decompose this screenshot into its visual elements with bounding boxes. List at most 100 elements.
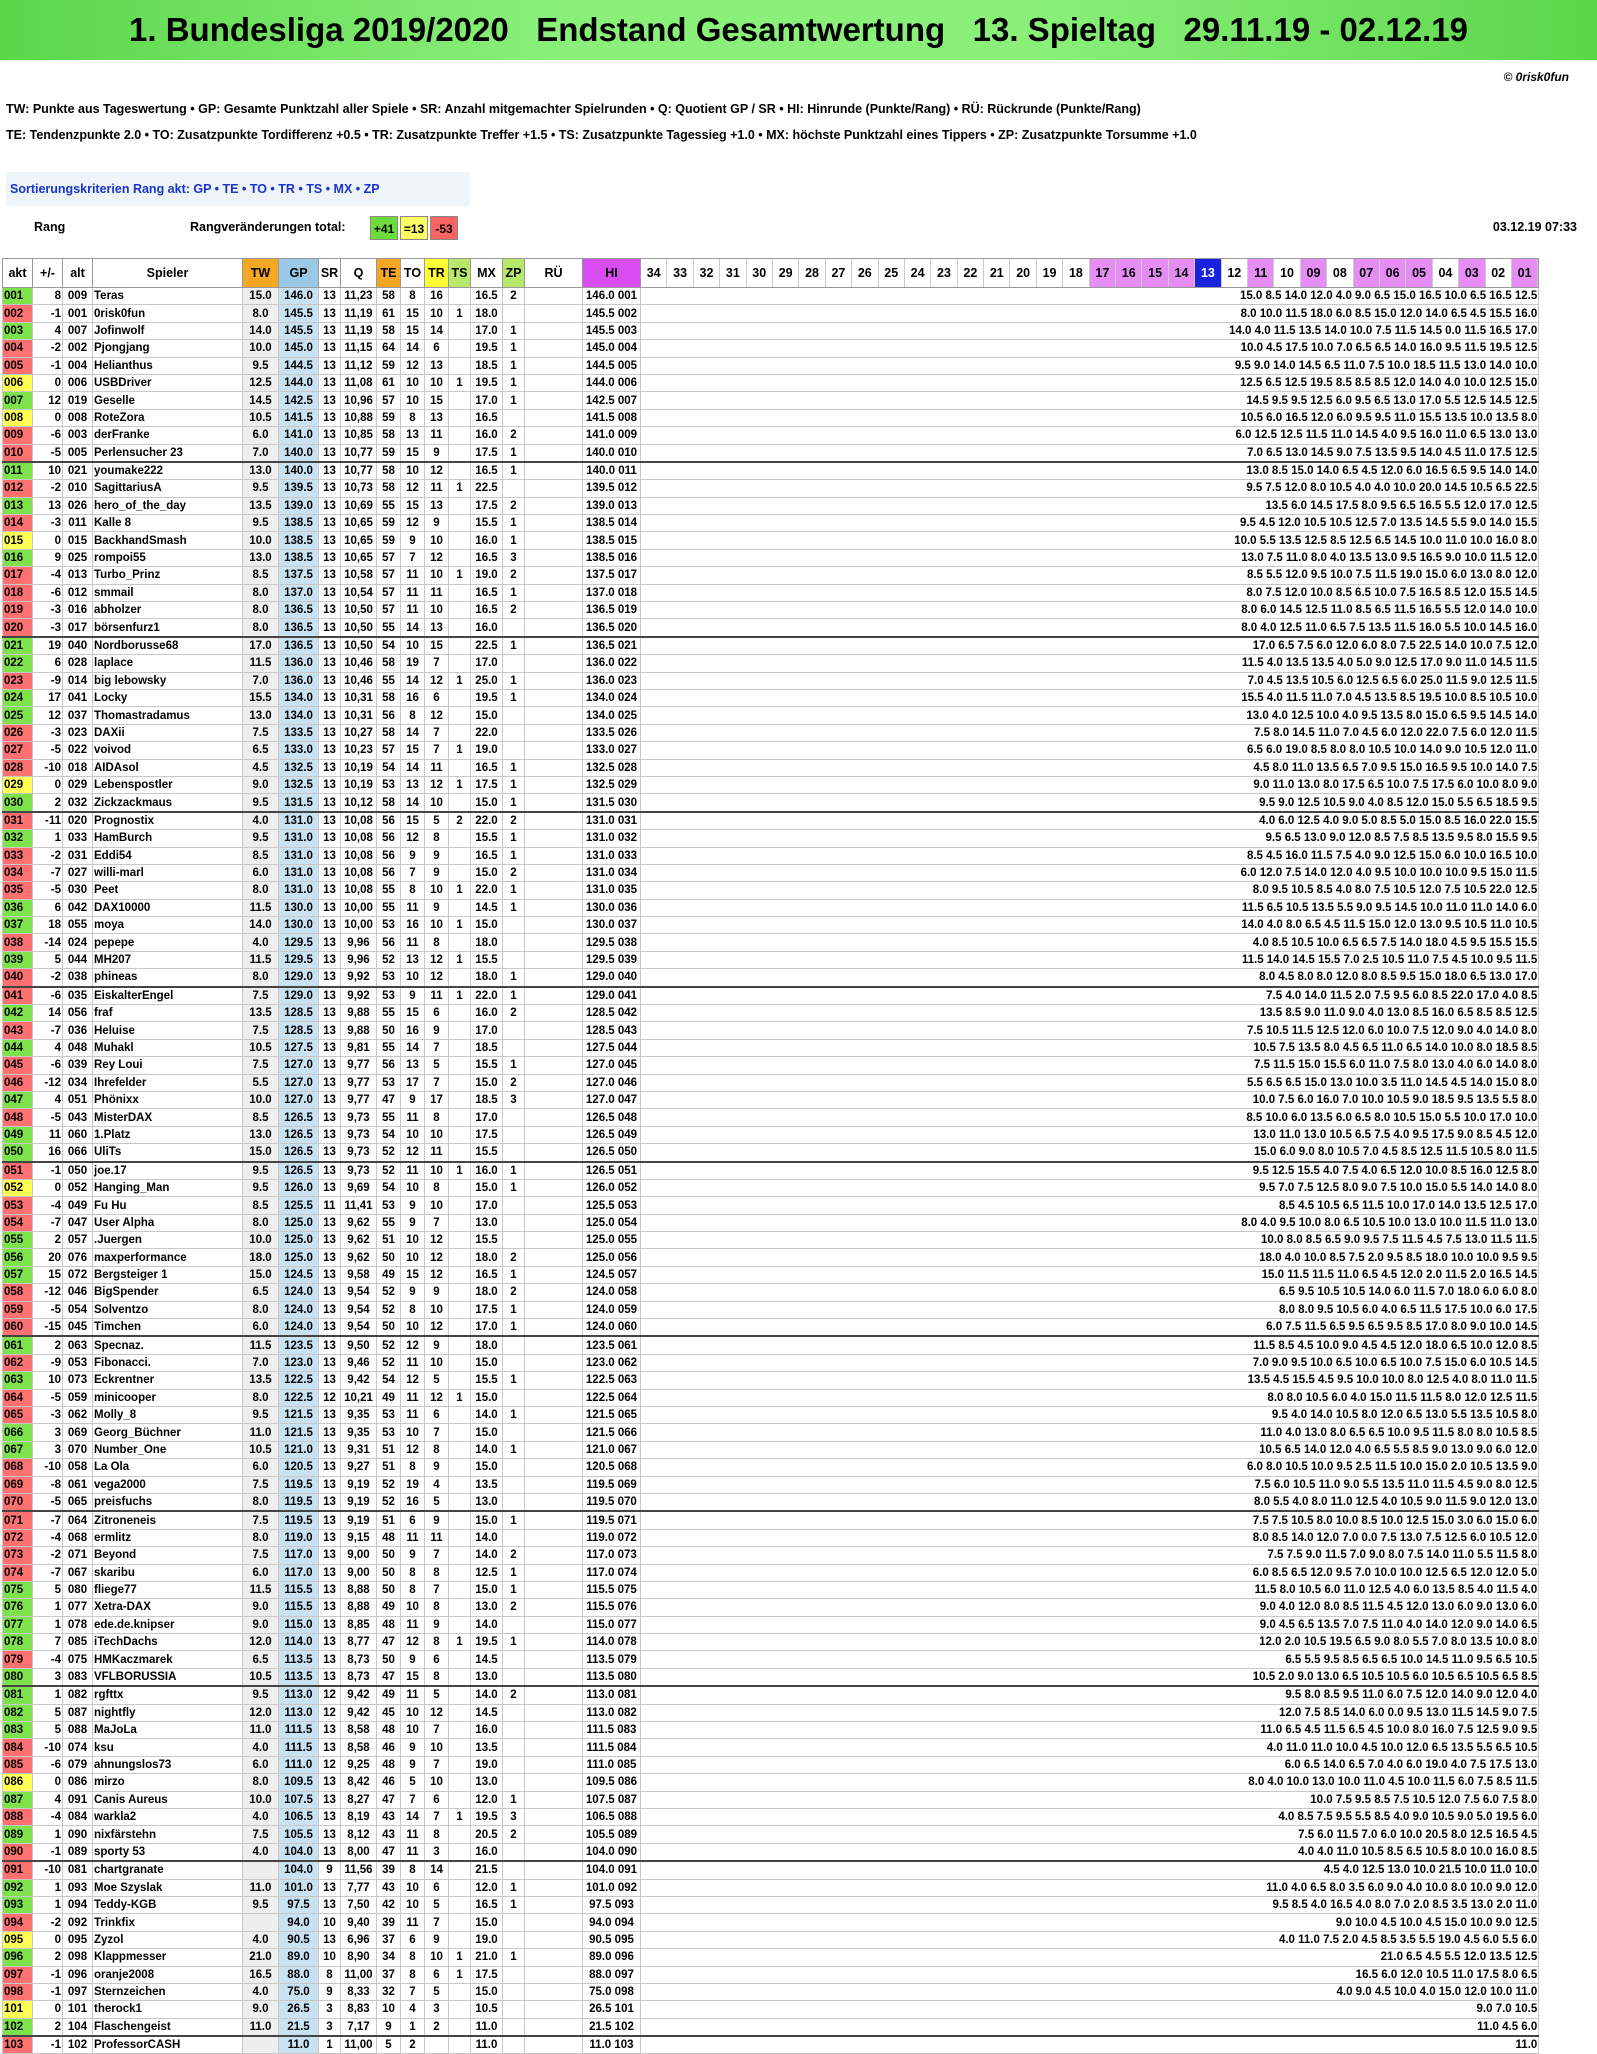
round-header-05[interactable]: 05 [1406, 259, 1433, 287]
round-header-02[interactable]: 02 [1486, 259, 1512, 287]
col-header-[interactable]: +/- [32, 258, 63, 288]
cell-player[interactable]: skaribu [92, 1563, 243, 1582]
cell-player[interactable]: Bergsteiger 1 [92, 1265, 243, 1285]
cell-player[interactable]: Teras [92, 286, 243, 306]
cell-player[interactable]: smmail [92, 583, 243, 603]
col-header-gp[interactable]: GP [278, 258, 319, 288]
cell-player[interactable]: joe.17 [92, 1161, 243, 1180]
cell-player[interactable]: Eckrentner [92, 1371, 243, 1390]
cell-player[interactable]: ksu [92, 1738, 243, 1757]
cell-player[interactable]: Rey Loui [92, 1056, 243, 1075]
cell-player[interactable]: MisterDAX [92, 1108, 243, 1127]
cell-player[interactable]: preisfuchs [92, 1492, 243, 1513]
cell-player[interactable]: abholzer [92, 601, 243, 620]
round-header-13[interactable]: 13 [1195, 259, 1222, 287]
cell-player[interactable]: moya [92, 916, 243, 935]
col-header-sr[interactable]: SR [318, 258, 341, 288]
cell-player[interactable]: MaJoLa [92, 1721, 243, 1740]
cell-player[interactable]: Eddi54 [92, 846, 243, 865]
round-header-34[interactable]: 34 [642, 259, 668, 287]
cell-player[interactable]: Timchen [92, 1318, 243, 1338]
cell-player[interactable]: 0risk0fun [92, 304, 243, 323]
col-header-mx[interactable]: MX [470, 258, 503, 288]
cell-player[interactable]: BigSpender [92, 1283, 243, 1302]
cell-player[interactable]: big lebowsky [92, 671, 243, 690]
cell-player[interactable]: fraf [92, 1004, 243, 1023]
col-header-spieler[interactable]: Spieler [92, 258, 243, 288]
cell-player[interactable]: Pjongjang [92, 339, 243, 358]
cell-player[interactable]: Zickzackmaus [92, 793, 243, 813]
cell-player[interactable]: Peet [92, 881, 243, 900]
cell-player[interactable]: rompoi55 [92, 548, 243, 568]
cell-player[interactable]: voivod [92, 741, 243, 760]
cell-player[interactable]: vega2000 [92, 1475, 243, 1494]
cell-player[interactable]: fliege77 [92, 1580, 243, 1600]
cell-player[interactable]: Specnaz. [92, 1335, 243, 1355]
cell-player[interactable]: Moe Szyslak [92, 1878, 243, 1897]
round-header-12[interactable]: 12 [1222, 259, 1248, 287]
cell-player[interactable]: Prognostix [92, 811, 243, 831]
cell-player[interactable]: nightfly [92, 1703, 243, 1723]
cell-player[interactable]: rgfttx [92, 1685, 243, 1705]
cell-player[interactable]: Kalle 8 [92, 514, 243, 533]
cell-player[interactable]: Fu Hu [92, 1196, 243, 1215]
cell-player[interactable]: Perlensucher 23 [92, 443, 243, 463]
cell-player[interactable]: Number_One [92, 1440, 243, 1460]
cell-player[interactable]: Heluise [92, 1021, 243, 1040]
cell-player[interactable]: nixfärstehn [92, 1825, 243, 1844]
round-header-22[interactable]: 22 [958, 259, 985, 287]
round-header-04[interactable]: 04 [1433, 259, 1460, 287]
round-header-14[interactable]: 14 [1168, 259, 1196, 287]
cell-player[interactable]: Klappmesser [92, 1948, 243, 1967]
cell-player[interactable]: Canis Aureus [92, 1790, 243, 1809]
cell-player[interactable]: Lebenspostler [92, 775, 243, 795]
cell-player[interactable]: MH207 [92, 950, 243, 970]
round-header-06[interactable]: 06 [1379, 259, 1407, 287]
cell-player[interactable]: phineas [92, 968, 243, 988]
round-header-10[interactable]: 10 [1274, 259, 1301, 287]
col-header-zp[interactable]: ZP [502, 258, 525, 288]
cell-player[interactable]: Phönixx [92, 1090, 243, 1110]
cell-player[interactable]: Muhakl [92, 1038, 243, 1058]
cell-player[interactable]: User Alpha [92, 1213, 243, 1233]
cell-player[interactable]: Beyond [92, 1546, 243, 1565]
round-header-03[interactable]: 03 [1459, 259, 1486, 287]
cell-player[interactable]: Geselle [92, 391, 243, 410]
cell-player[interactable]: USBDriver [92, 373, 243, 393]
cell-player[interactable]: 1.Platz [92, 1125, 243, 1145]
col-header-ts[interactable]: TS [448, 258, 471, 288]
cell-player[interactable]: Teddy-KGB [92, 1895, 243, 1915]
cell-player[interactable]: börsenfurz1 [92, 618, 243, 638]
cell-player[interactable]: Solventzo [92, 1300, 243, 1320]
round-header-18[interactable]: 18 [1063, 259, 1090, 287]
cell-player[interactable]: DAX10000 [92, 898, 243, 918]
cell-player[interactable]: Flaschengeist [92, 2017, 243, 2038]
cell-player[interactable]: Xetra-DAX [92, 1598, 243, 1617]
cell-player[interactable]: VFLBORUSSIA [92, 1667, 243, 1688]
cell-player[interactable]: Georg_Büchner [92, 1423, 243, 1442]
cell-player[interactable]: chartgranate [92, 1860, 243, 1880]
col-header-hi[interactable]: HI [582, 258, 641, 288]
round-header-20[interactable]: 20 [1010, 259, 1037, 287]
cell-player[interactable]: oranje2008 [92, 1965, 243, 1984]
cell-player[interactable]: RoteZora [92, 408, 243, 428]
cell-player[interactable]: minicooper [92, 1388, 243, 1408]
cell-player[interactable]: AIDAsol [92, 758, 243, 777]
cell-player[interactable]: Helianthus [92, 356, 243, 375]
cell-player[interactable]: willi-marl [92, 863, 243, 883]
round-header-24[interactable]: 24 [905, 259, 932, 287]
cell-player[interactable]: derFranke [92, 426, 243, 445]
round-header-29[interactable]: 29 [773, 259, 800, 287]
round-header-31[interactable]: 31 [720, 259, 747, 287]
cell-player[interactable]: hero_of_the_day [92, 496, 243, 516]
col-header-alt[interactable]: alt [62, 258, 93, 288]
round-header-33[interactable]: 33 [667, 259, 694, 287]
round-header-15[interactable]: 15 [1142, 259, 1169, 287]
cell-player[interactable]: DAXii [92, 723, 243, 743]
cell-player[interactable]: mirzo [92, 1773, 243, 1792]
round-header-07[interactable]: 07 [1353, 259, 1380, 287]
cell-player[interactable]: Fibonacci. [92, 1353, 243, 1373]
col-header-q[interactable]: Q [340, 258, 377, 288]
cell-player[interactable]: youmake222 [92, 461, 243, 481]
cell-player[interactable]: Molly_8 [92, 1405, 243, 1425]
